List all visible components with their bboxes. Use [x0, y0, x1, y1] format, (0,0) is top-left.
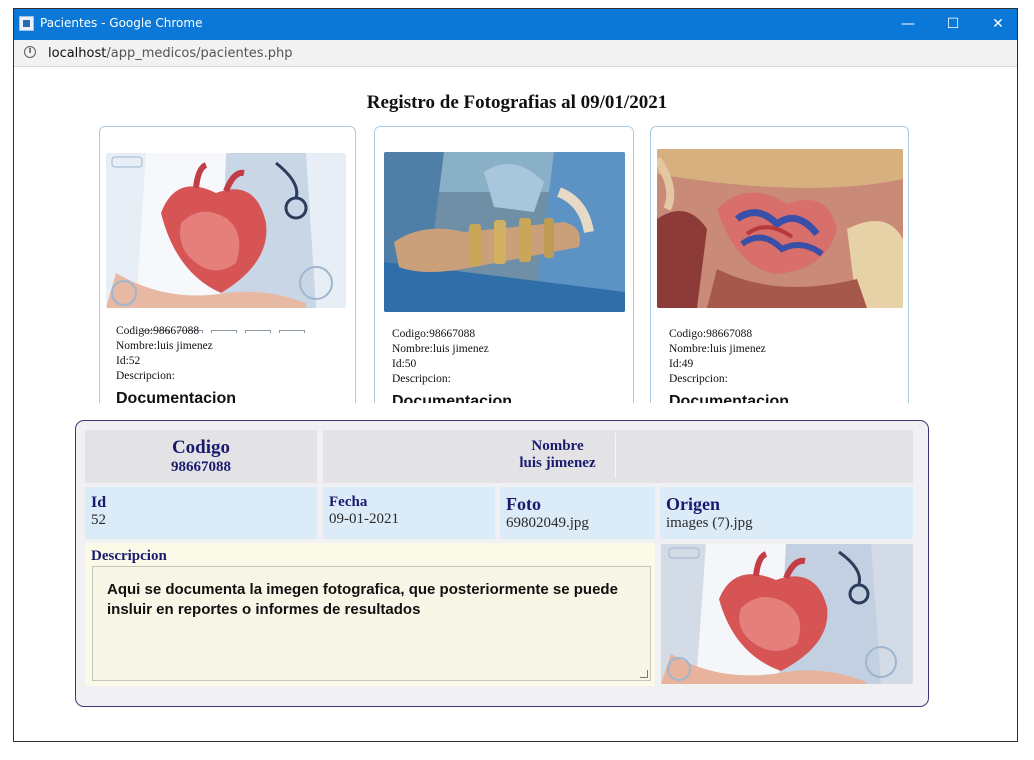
detail-panel: Codigo 98667088 Nombre luis jimenez Id 5… — [75, 420, 929, 707]
app-icon — [19, 16, 34, 31]
documentacion-text: Documentacion — [116, 390, 237, 403]
id-cell: Id 52 — [85, 487, 317, 539]
codigo-label: Codigo: — [116, 325, 154, 337]
codigo-label: Codigo: — [669, 328, 707, 340]
id-value: 50 — [404, 358, 417, 370]
photo-card[interactable]: Codigo:98667088 Nombre:luis jimenez Id:5… — [99, 126, 356, 403]
anatomy-illustration-image[interactable] — [657, 149, 903, 308]
window-title: Pacientes - Google Chrome — [40, 16, 203, 30]
nombre-label: Nombre: — [392, 343, 433, 355]
nombre-label: Nombre: — [116, 340, 157, 352]
info-icon[interactable]: i — [24, 46, 36, 58]
id-value: 49 — [681, 358, 694, 370]
address-bar[interactable]: i localhost/app_medicos/pacientes.php — [14, 40, 1017, 67]
descripcion-label: Descripcion: — [392, 373, 451, 385]
photo-card[interactable]: Codigo:98667088 Nombre:luis jimenez Id:5… — [374, 126, 634, 403]
url-text[interactable]: localhost/app_medicos/pacientes.php — [48, 46, 292, 61]
descripcion-label: Descripcion: — [116, 370, 175, 382]
nombre-label: Nombre: — [669, 343, 710, 355]
documentacion-text: Documentacion — [392, 393, 513, 403]
id-label: Id: — [392, 358, 405, 370]
codigo-cell: Codigo 98667088 — [85, 430, 317, 483]
title-bar[interactable]: Pacientes - Google Chrome — ☐ ✕ — [14, 9, 1017, 40]
origen-cell: Origen images (7).jpg — [660, 487, 913, 539]
nombre-label: Nombre — [531, 438, 584, 454]
fecha-value: 09-01-2021 — [329, 511, 399, 527]
fecha-label: Fecha — [329, 494, 368, 510]
codigo-label: Codigo — [171, 437, 231, 458]
descripcion-textarea[interactable]: Aqui se documenta la imegen fotografica,… — [92, 566, 651, 681]
heart-illustration-image[interactable] — [106, 153, 346, 308]
selected-photo-preview — [661, 544, 913, 684]
fecha-cell: Fecha 09-01-2021 — [323, 487, 495, 539]
nombre-value: luis jimenez — [519, 455, 596, 471]
descripcion-label: Descripcion — [91, 548, 167, 564]
origen-value: images (7).jpg — [666, 515, 753, 531]
nombre-value: luis jimenez — [709, 343, 766, 355]
page-title: Registro de Fotografias al 09/01/2021 — [366, 92, 668, 113]
nombre-value: luis jimenez — [432, 343, 489, 355]
url-host: localhost — [48, 46, 107, 61]
resize-handle-icon[interactable] — [640, 670, 648, 678]
photo-cards: Codigo:98667088 Nombre:luis jimenez Id:5… — [0, 126, 1034, 403]
surgery-photo-image[interactable] — [384, 152, 625, 312]
minimize-button[interactable]: — — [885, 9, 931, 40]
documentacion-text: Documentacion — [669, 393, 790, 403]
descripcion-label: Descripcion: — [669, 373, 728, 385]
maximize-button[interactable]: ☐ — [930, 9, 976, 40]
id-label: Id — [91, 494, 107, 511]
card-info: Codigo:98667088 Nombre:luis jimenez Id:5… — [392, 327, 633, 403]
codigo-value: 98667088 — [171, 459, 231, 475]
id-value: 52 — [91, 512, 106, 528]
photo-card[interactable]: Codigo:98667088 Nombre:luis jimenez Id:4… — [650, 126, 909, 403]
descripcion-text: Aqui se documenta la imegen fotografica,… — [107, 581, 618, 618]
id-value: 52 — [128, 355, 141, 367]
nombre-cell: Nombre luis jimenez — [323, 430, 913, 483]
codigo-label: Codigo: — [392, 328, 430, 340]
url-path: /app_medicos/pacientes.php — [106, 46, 293, 61]
id-label: Id: — [116, 355, 129, 367]
nombre-value: luis jimenez — [156, 340, 213, 352]
origen-label: Origen — [666, 494, 720, 514]
codigo-value: 98667088 — [429, 328, 476, 340]
card-info: Codigo:98667088 Nombre:luis jimenez Id:4… — [669, 327, 908, 403]
close-button[interactable]: ✕ — [975, 9, 1017, 40]
foto-cell: Foto 69802049.jpg — [500, 487, 655, 539]
foto-value: 69802049.jpg — [506, 515, 589, 531]
codigo-value: 98667088 — [153, 325, 200, 337]
card-info: Codigo:98667088 Nombre:luis jimenez Id:5… — [116, 324, 355, 403]
foto-label: Foto — [506, 494, 541, 514]
codigo-value: 98667088 — [706, 328, 753, 340]
id-label: Id: — [669, 358, 682, 370]
cell-divider — [615, 433, 616, 478]
